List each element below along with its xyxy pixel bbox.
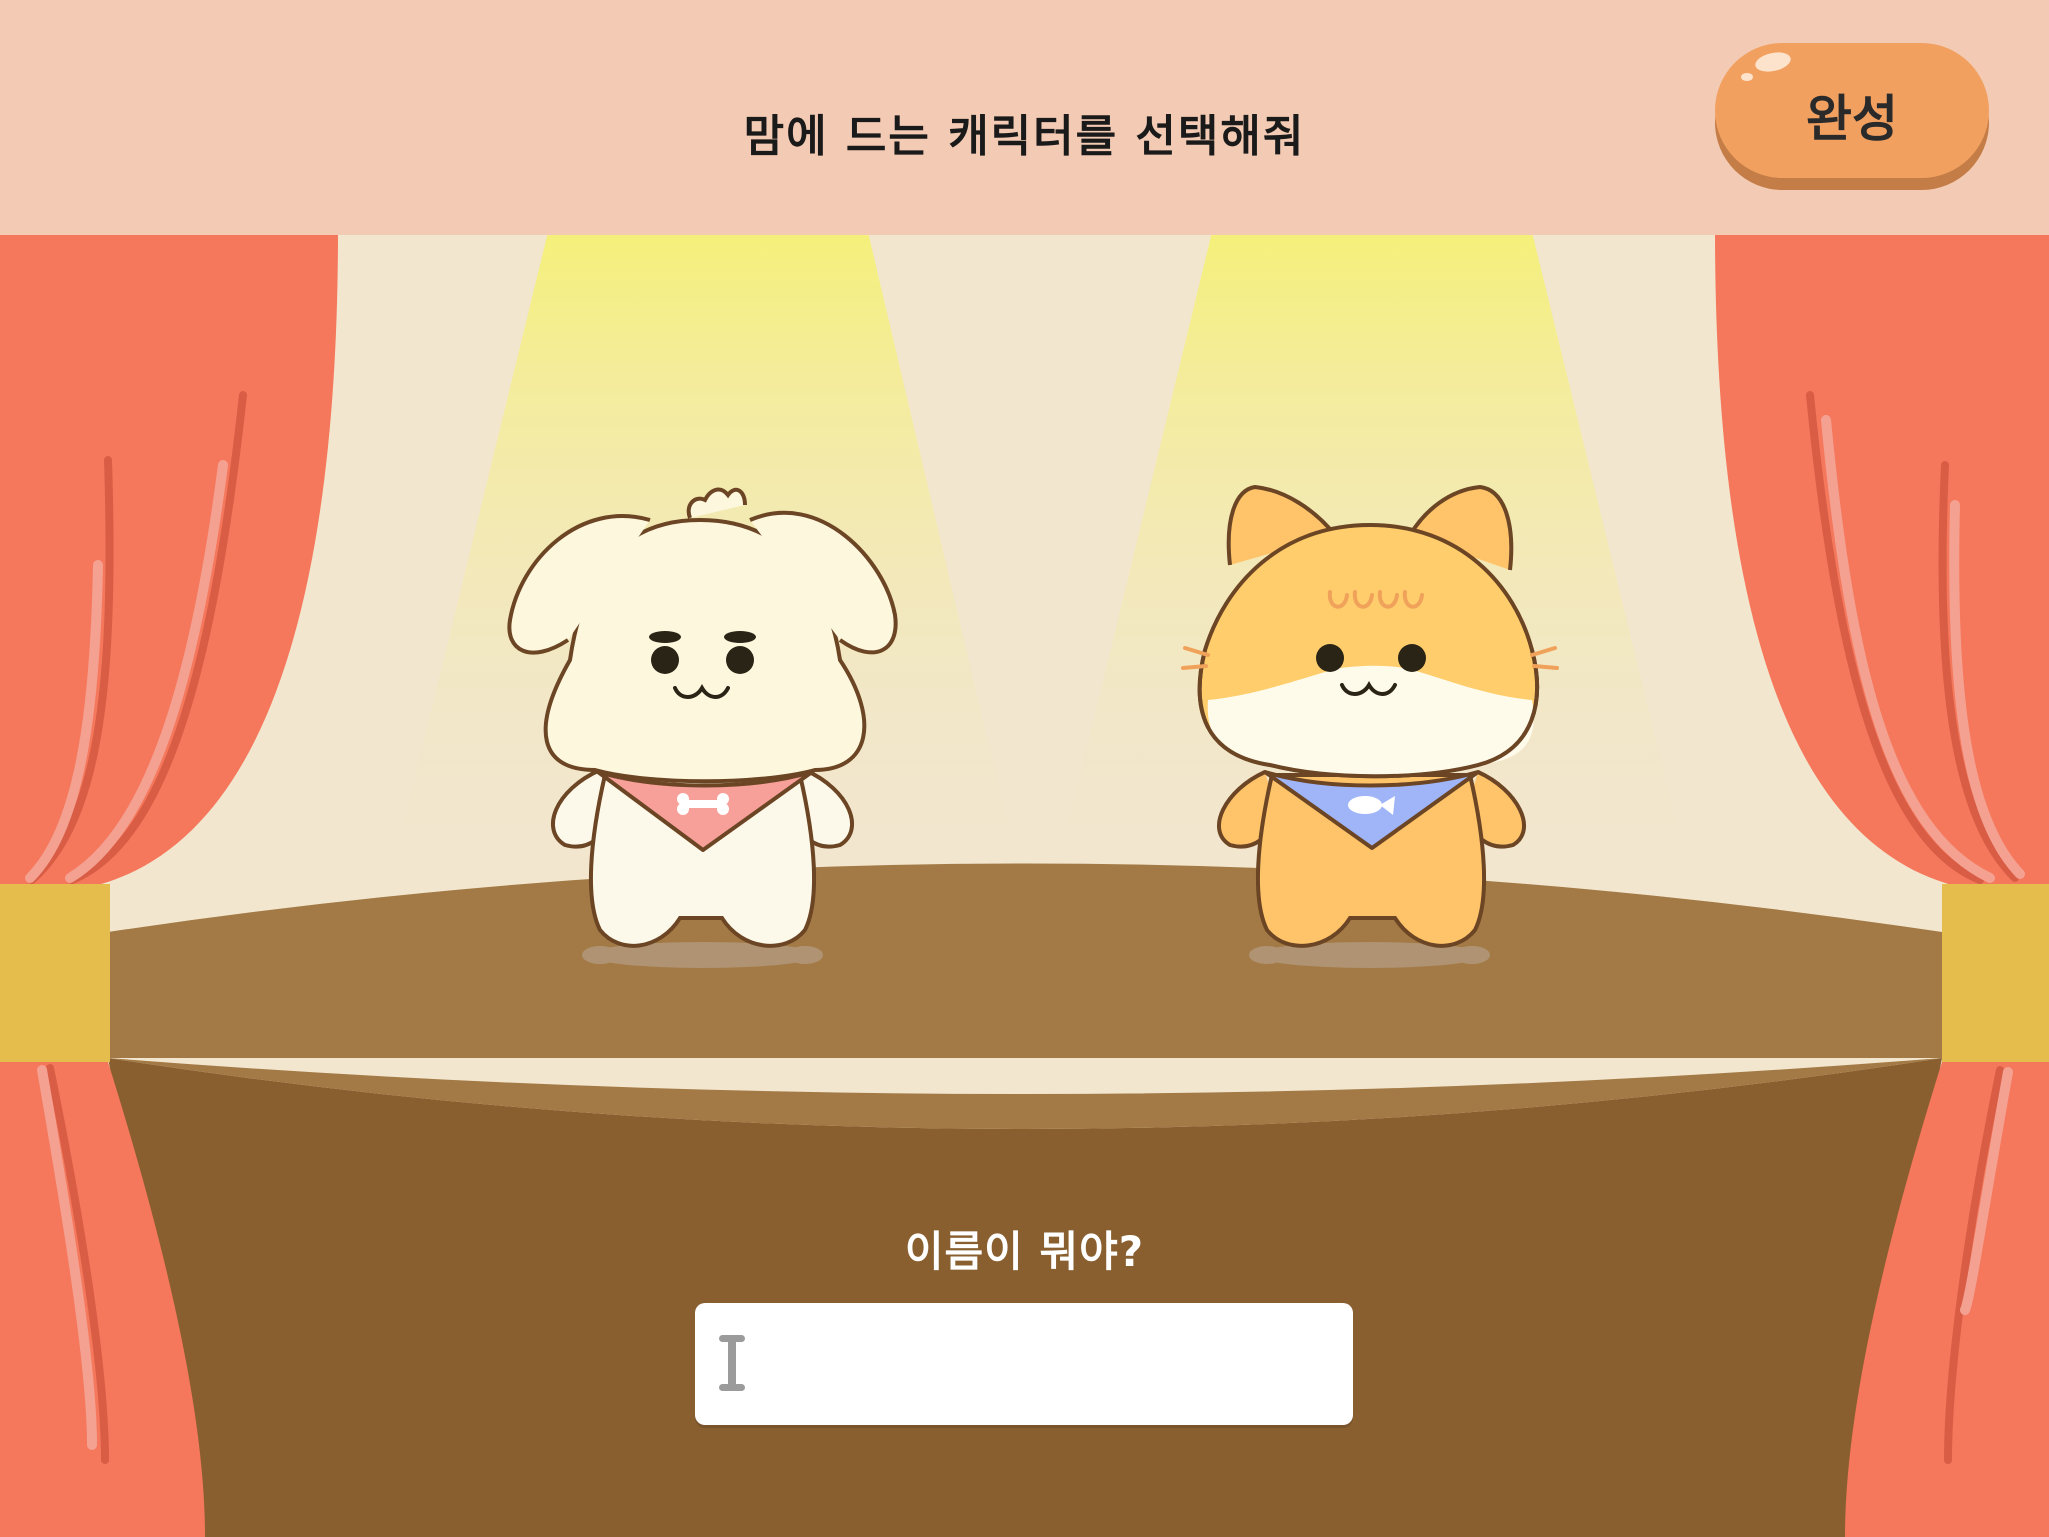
top-bar: 맘에 드는 캐릭터를 선택해줘 완성 [0,0,2049,235]
done-button[interactable]: 완성 [1715,43,1989,178]
stage [108,863,1942,1537]
character-select-screen: 맘에 드는 캐릭터를 선택해줘 완성 이름이 뭐야? [0,0,2049,1537]
text-cursor-icon [717,1333,747,1393]
name-prompt-label: 이름이 뭐야? [904,1227,1145,1276]
curtain-tieback-right [1942,884,2049,1062]
name-input[interactable] [695,1303,1353,1425]
curtain-tieback-left [0,884,110,1062]
done-button-label: 완성 [1806,90,1898,148]
